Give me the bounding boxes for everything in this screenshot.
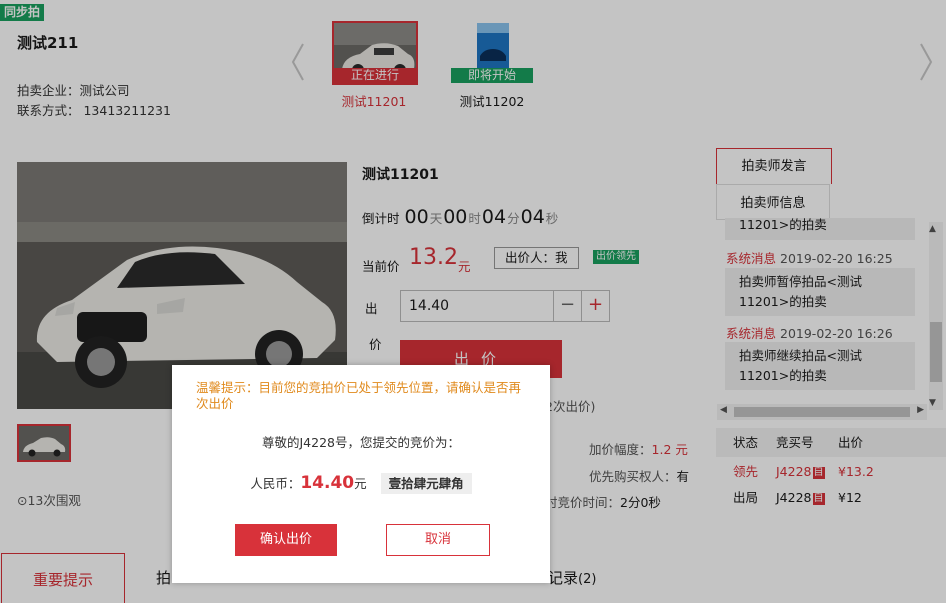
amount-uppercase: 壹拾肆元肆角 xyxy=(380,473,472,494)
warning-text: 温馨提示：目前您的竞拍价已处于领先位置，请确认是否再次出价 xyxy=(196,380,522,411)
confirm-bid-button[interactable]: 确认出价 xyxy=(235,524,337,556)
confirm-bid-dialog: 温馨提示：目前您的竞拍价已处于领先位置，请确认是否再次出价 尊敬的J4228号，… xyxy=(172,365,550,583)
cancel-button[interactable]: 取消 xyxy=(386,524,490,556)
auction-page: 同步拍 测试211 拍卖企业：测试公司 联系方式： 13413211231 正在… xyxy=(0,0,946,603)
amount-line: 人民币：14.40元 壹拾肆元肆角 xyxy=(172,473,550,494)
greeting-text: 尊敬的J4228号，您提交的竞价为： xyxy=(262,435,460,450)
